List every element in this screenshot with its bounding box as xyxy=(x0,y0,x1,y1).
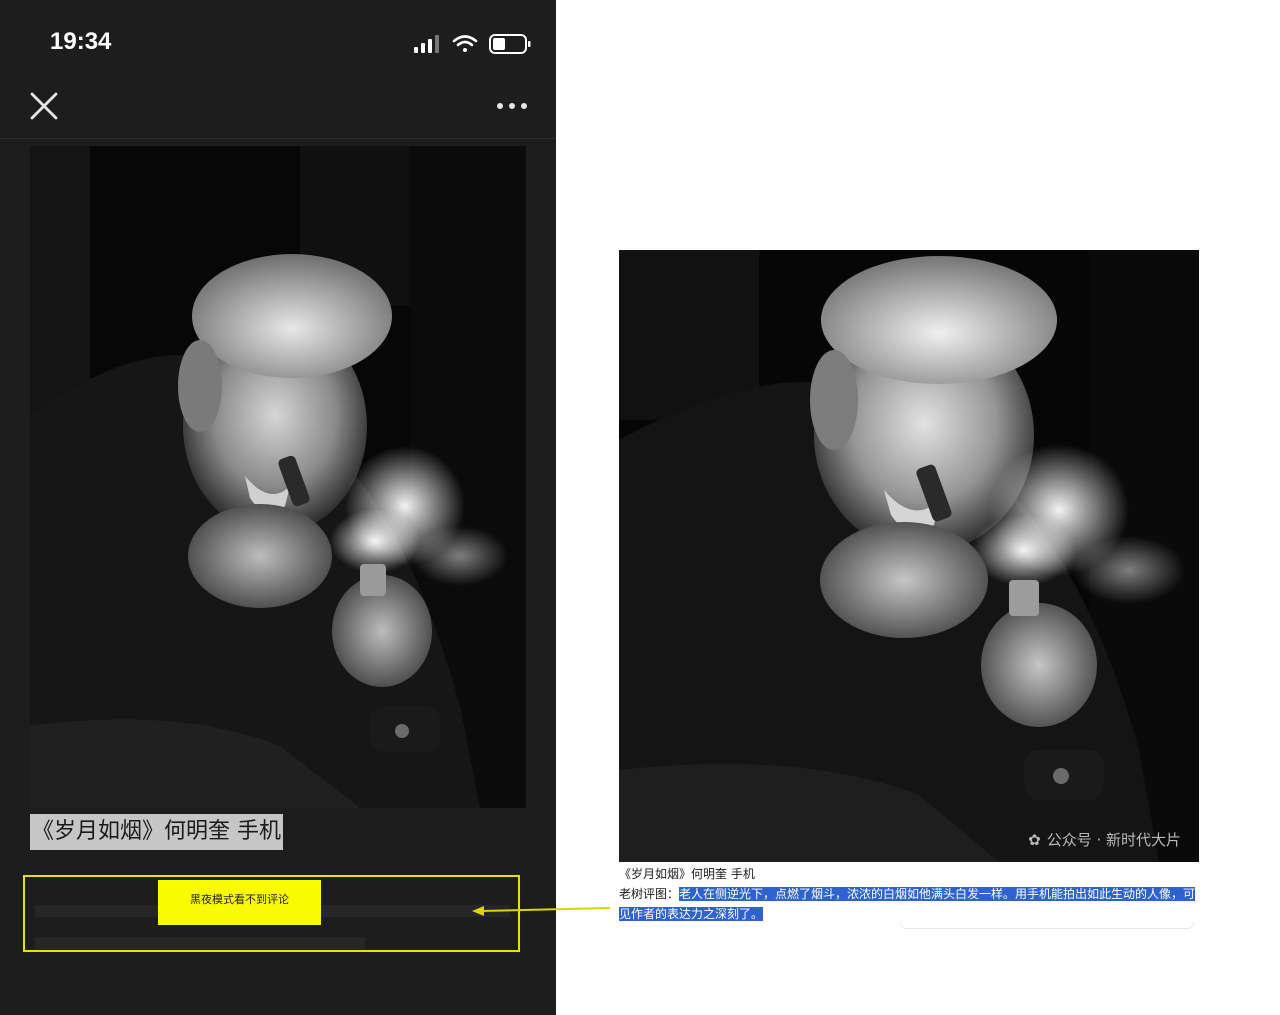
photo-caption: 《岁月如烟》何明奎 手机 xyxy=(30,814,283,850)
portrait-photo-image xyxy=(30,146,526,808)
article-photo[interactable] xyxy=(30,146,526,808)
status-icons xyxy=(414,34,531,54)
signal-icon xyxy=(414,35,439,53)
watermark-text: 公众号 · 新时代大片 xyxy=(1046,831,1181,849)
more-options-icon[interactable] xyxy=(494,96,530,116)
phone-dark-mode-screen: 19:34 《岁月如烟》何明奎 手机 黑夜模式看不到评论 xyxy=(0,0,556,1015)
faint-card-edge xyxy=(900,922,1194,929)
comment-paragraph: 老树评图：老人在侧逆光下，点燃了烟斗，浓浓的白烟如他满头白发一样。用手机能拍出如… xyxy=(619,884,1199,924)
annotation-arrow xyxy=(472,906,611,916)
battery-icon xyxy=(489,34,531,54)
watermark: ✿ 公众号 · 新时代大片 xyxy=(1028,829,1181,850)
wifi-icon xyxy=(452,35,478,52)
nav-divider xyxy=(0,138,556,139)
annotation-note: 黑夜模式看不到评论 xyxy=(158,880,321,925)
selected-comment-text[interactable]: 老人在侧逆光下，点燃了烟斗，浓浓的白烟如他满头白发一样。用手机能拍出如此生动的人… xyxy=(619,887,1196,921)
status-time: 19:34 xyxy=(50,28,112,55)
photo-caption-original: 《岁月如烟》何明奎 手机 xyxy=(619,867,755,881)
wechat-icon: ✿ xyxy=(1028,830,1041,849)
hidden-comment-line xyxy=(35,937,365,949)
comment-label: 老树评图： xyxy=(619,887,680,901)
portrait-photo-image xyxy=(619,250,1199,862)
article-photo-original[interactable]: ✿ 公众号 · 新时代大片 xyxy=(619,250,1199,862)
close-icon[interactable] xyxy=(26,88,62,124)
